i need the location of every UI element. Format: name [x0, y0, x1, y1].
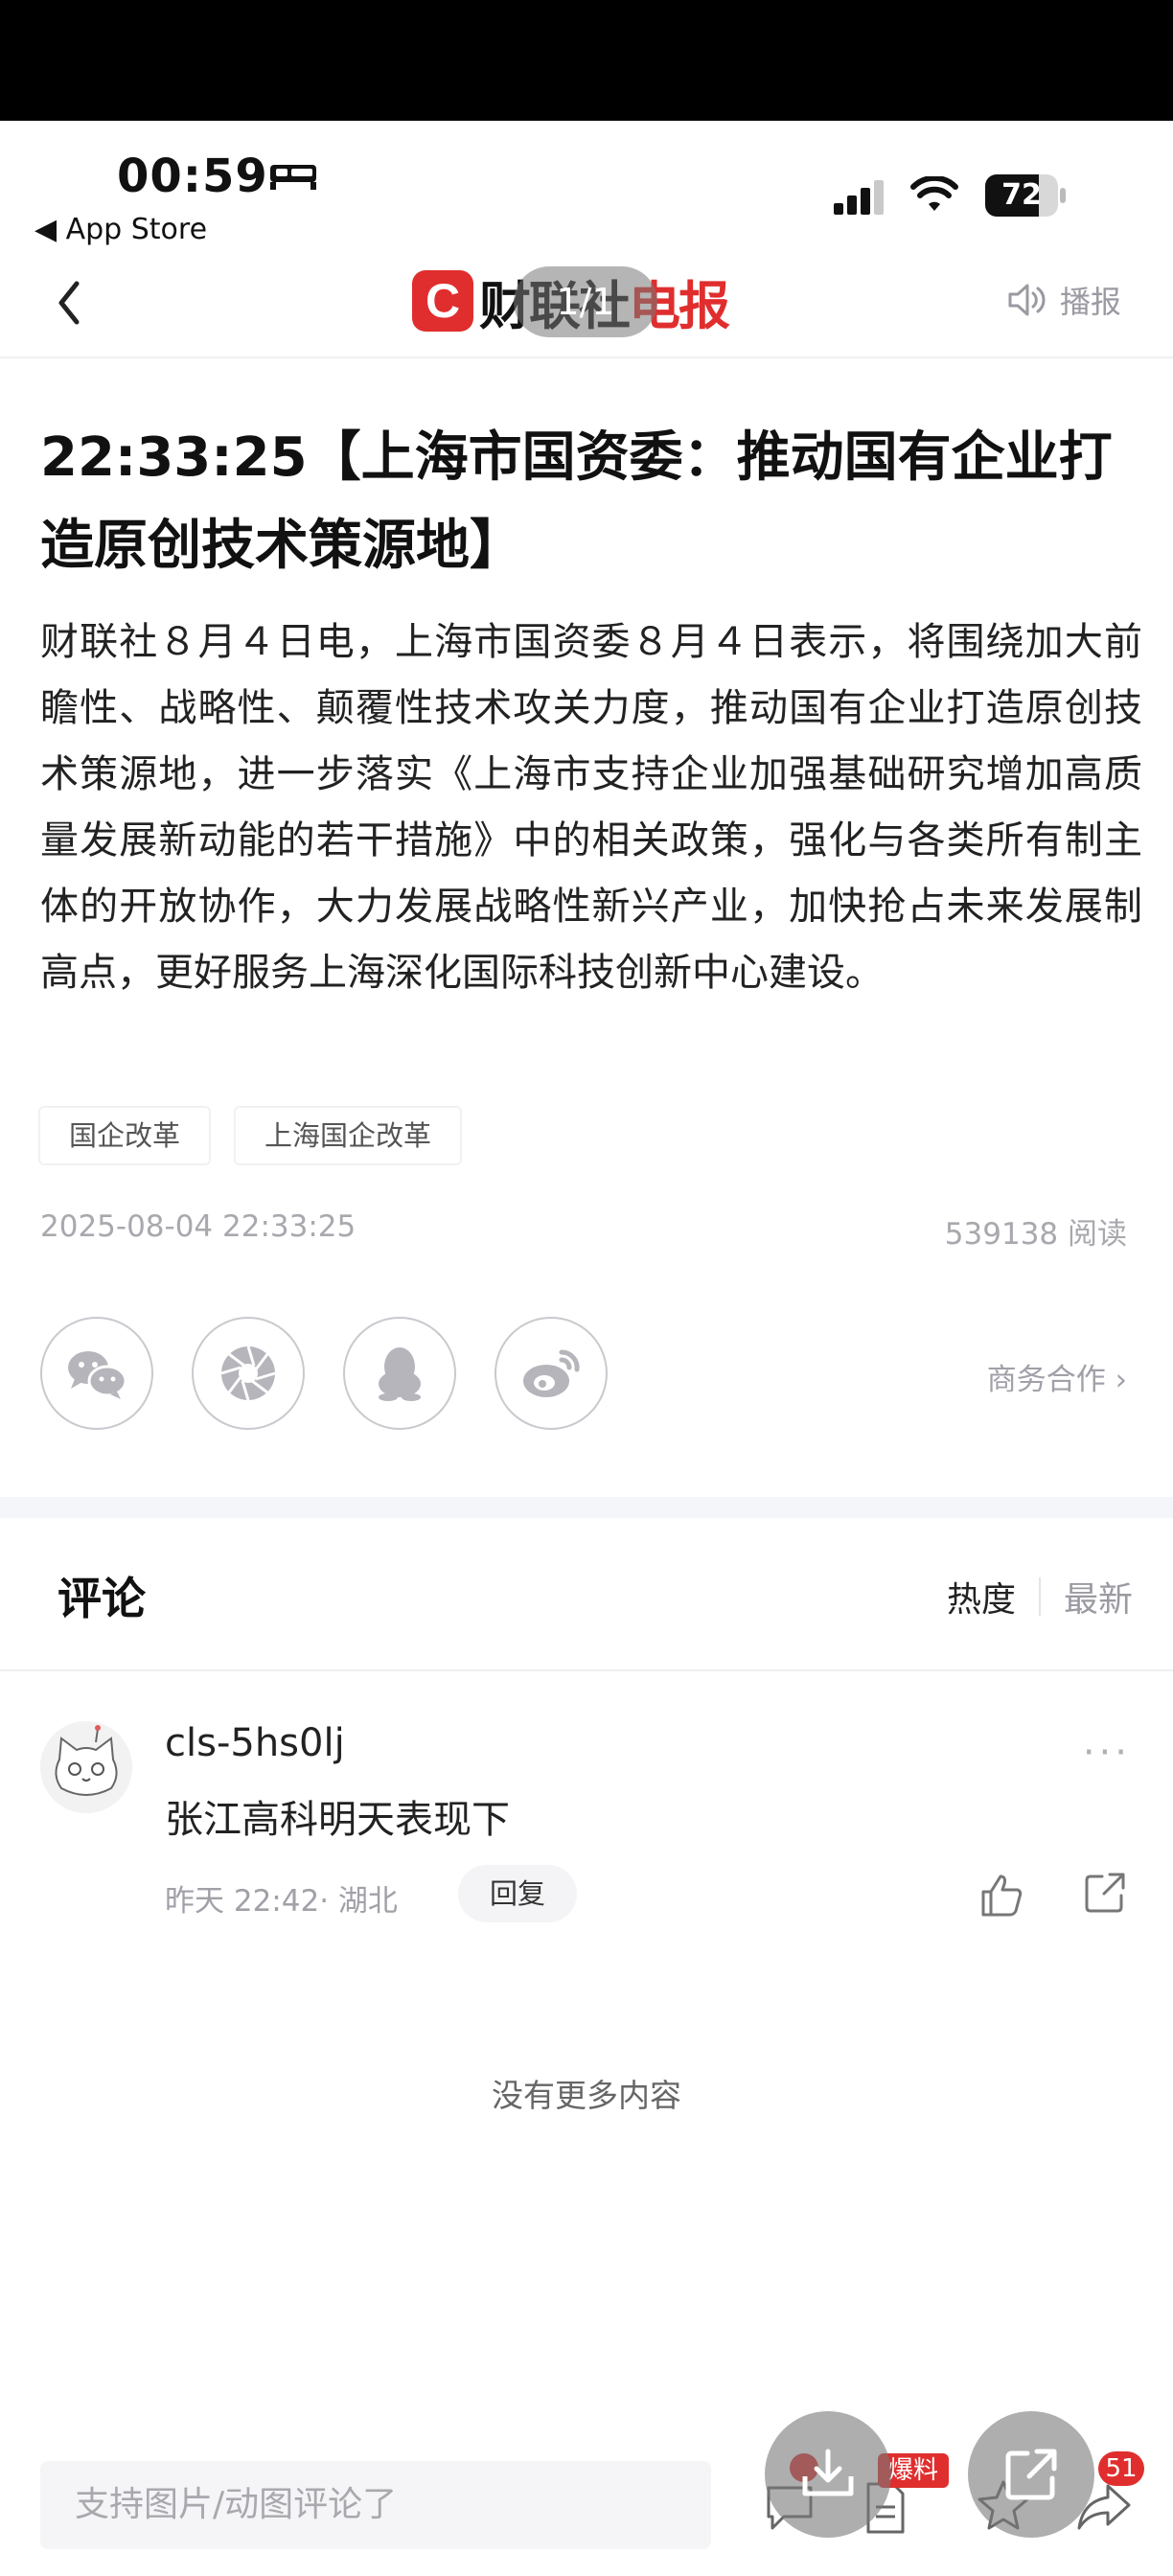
- read-count: 539138 阅读: [944, 1217, 1127, 1252]
- share-row: [40, 1317, 608, 1430]
- app-header: C 财联社电报 1/1 播报: [0, 245, 1173, 358]
- more-options-icon[interactable]: ···: [1083, 1731, 1131, 1775]
- reply-button[interactable]: 回复: [458, 1865, 577, 1922]
- broadcast-button[interactable]: 播报: [1006, 278, 1121, 322]
- battery-indicator: 72: [985, 174, 1066, 217]
- share-weibo-button[interactable]: [494, 1317, 608, 1430]
- comment-sort: 热度 最新: [947, 1572, 1133, 1622]
- share-moments-button[interactable]: [192, 1317, 305, 1430]
- tag-item[interactable]: 国企改革: [38, 1106, 212, 1165]
- section-divider: [0, 1497, 1173, 1518]
- back-arrow-icon[interactable]: [48, 274, 90, 332]
- cat-avatar-icon: [40, 1721, 132, 1813]
- external-share-icon: [1005, 2449, 1057, 2500]
- business-cooperation-link[interactable]: 商务合作 ›: [987, 1355, 1127, 1398]
- download-button[interactable]: [765, 2411, 891, 2538]
- broadcast-label: 播报: [1060, 284, 1122, 320]
- tag-item[interactable]: 上海国企改革: [234, 1106, 463, 1165]
- top-black-bar: [0, 0, 1173, 121]
- status-bar: 00:59 ◀ App Store 72: [0, 121, 1173, 246]
- comment-text: 张江高科明天表现下: [165, 1798, 510, 1842]
- thumbs-up-icon[interactable]: [978, 1871, 1025, 1919]
- wechat-icon: [68, 1351, 127, 1399]
- no-more-content: 没有更多内容: [492, 2077, 681, 2114]
- share-qq-button[interactable]: [343, 1317, 456, 1430]
- article-datetime: 2025-08-04 22:33:25: [40, 1209, 356, 1244]
- page-indicator: 1/1: [514, 266, 657, 337]
- forward-arrow-icon[interactable]: [1075, 2482, 1133, 2532]
- battery-level: 72: [1001, 178, 1042, 212]
- sort-new-tab[interactable]: 最新: [1064, 1572, 1133, 1622]
- article-headline: 22:33:25【上海市国资委：推动国有企业打造原创技术策源地】: [40, 426, 1113, 577]
- comment-meta: 昨天 22:42· 湖北: [165, 1884, 398, 1919]
- share-count-badge: 51: [1098, 2451, 1144, 2486]
- download-tray-icon: [802, 2449, 854, 2496]
- share-out-icon[interactable]: [1083, 1871, 1127, 1915]
- comments-title: 评论: [58, 1573, 146, 1624]
- logo-mark: C: [412, 270, 473, 332]
- avatar[interactable]: [40, 1721, 132, 1813]
- qq-penguin-icon: [379, 1347, 421, 1401]
- sleep-mode-icon: [270, 165, 316, 190]
- speaker-icon: [1008, 284, 1046, 316]
- back-to-app-store[interactable]: ◀ App Store: [34, 213, 207, 246]
- weibo-icon: [523, 1349, 580, 1397]
- comment-username[interactable]: cls-5hs0lj: [165, 1721, 345, 1765]
- moments-shutter-icon: [220, 1346, 276, 1401]
- sort-hot-tab[interactable]: 热度: [947, 1572, 1016, 1622]
- cellular-signal-icon: [834, 180, 884, 215]
- wifi-icon: [910, 176, 958, 211]
- status-time: 00:59: [117, 150, 268, 203]
- comments-divider: [0, 1669, 1173, 1671]
- comment-input[interactable]: 支持图片/动图评论了: [40, 2461, 711, 2549]
- article-tags: 国企改革 上海国企改革: [38, 1106, 463, 1165]
- share-wechat-button[interactable]: [40, 1317, 153, 1430]
- article-body: 财联社８月４日电，上海市国资委８月４日表示，将围绕加大前瞻性、战略性、颠覆性技术…: [40, 620, 1142, 995]
